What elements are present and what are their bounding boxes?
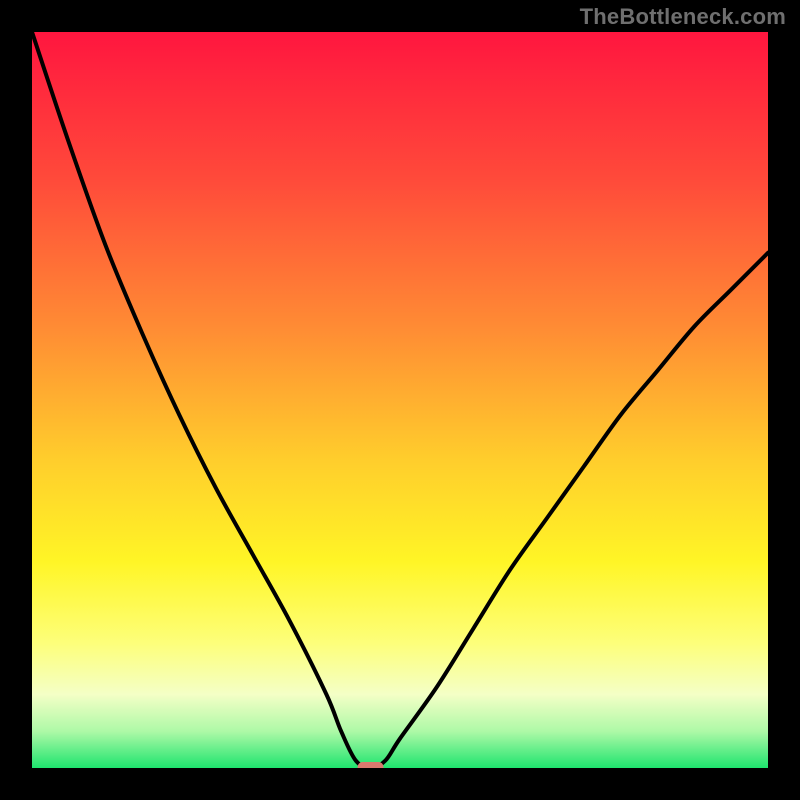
gradient-background (32, 32, 768, 768)
watermark-text: TheBottleneck.com (580, 4, 786, 30)
chart-svg (32, 32, 768, 768)
minimum-marker (358, 762, 384, 768)
chart-frame: TheBottleneck.com (0, 0, 800, 800)
plot-area (32, 32, 768, 768)
